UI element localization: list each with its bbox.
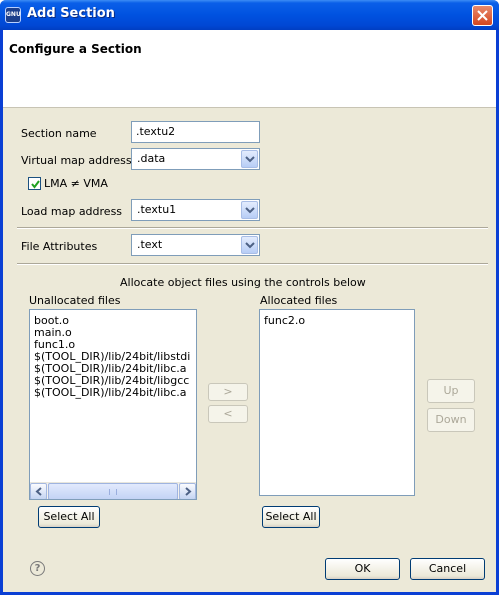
file-attributes-select[interactable]: .text xyxy=(131,234,260,256)
close-button[interactable] xyxy=(472,5,493,26)
move-right-button[interactable]: > xyxy=(208,383,248,401)
section-name-label: Section name xyxy=(21,127,97,140)
check-icon xyxy=(31,180,40,189)
scroll-right-button[interactable] xyxy=(179,483,196,499)
allocated-files-label: Allocated files xyxy=(260,294,338,307)
chevron-right-icon xyxy=(185,487,192,496)
file-attributes-dropdown-button[interactable] xyxy=(241,236,258,254)
add-section-dialog: GNU Add Section Configure a Section Sect… xyxy=(0,0,499,595)
virtual-map-dropdown-button[interactable] xyxy=(241,150,258,168)
lma-checkbox[interactable] xyxy=(28,177,41,190)
separator xyxy=(17,227,488,229)
up-button[interactable]: Up xyxy=(427,379,475,403)
horizontal-scrollbar[interactable] xyxy=(30,482,196,499)
list-item[interactable]: $(TOOL_DIR)/lib/24bit/libc.a xyxy=(34,387,187,399)
window-title: Add Section xyxy=(27,6,115,21)
virtual-map-select[interactable]: .data xyxy=(131,148,260,170)
load-map-value: .textu1 xyxy=(137,203,177,216)
scroll-left-button[interactable] xyxy=(30,483,47,499)
virtual-map-value: .data xyxy=(137,152,166,165)
chevron-down-icon xyxy=(245,156,255,163)
title-bar[interactable]: GNU Add Section xyxy=(0,0,499,30)
gnu-app-icon: GNU xyxy=(5,7,21,23)
page-title: Configure a Section xyxy=(9,42,142,56)
chevron-left-icon xyxy=(35,487,42,496)
separator xyxy=(17,263,488,265)
ok-button[interactable]: OK xyxy=(325,558,400,580)
chevron-down-icon xyxy=(245,207,255,214)
virtual-map-label: Virtual map address xyxy=(21,154,132,167)
close-icon xyxy=(477,10,488,21)
load-map-select[interactable]: .textu1 xyxy=(131,199,260,221)
chevron-down-icon xyxy=(245,242,255,249)
scroll-thumb[interactable] xyxy=(48,483,178,499)
section-name-input[interactable]: .textu2 xyxy=(131,121,260,143)
unallocated-files-list[interactable]: boot.o main.o func1.o $(TOOL_DIR)/lib/24… xyxy=(29,309,197,500)
lma-checkbox-label: LMA ≠ VMA xyxy=(44,177,108,190)
unallocated-files-label: Unallocated files xyxy=(29,294,121,307)
allocation-instructions: Allocate object files using the controls… xyxy=(120,276,366,289)
dialog-header: Configure a Section xyxy=(3,30,496,108)
allocated-files-list[interactable]: func2.o xyxy=(259,309,415,496)
select-all-unallocated-button[interactable]: Select All xyxy=(38,506,100,528)
list-item[interactable]: func2.o xyxy=(264,315,305,327)
file-attributes-value: .text xyxy=(137,238,163,251)
cancel-button[interactable]: Cancel xyxy=(410,558,485,580)
select-all-allocated-button[interactable]: Select All xyxy=(262,506,320,528)
scroll-grip xyxy=(109,489,117,495)
load-map-dropdown-button[interactable] xyxy=(241,201,258,219)
down-button[interactable]: Down xyxy=(427,408,475,432)
load-map-label: Load map address xyxy=(21,205,123,218)
help-icon[interactable]: ? xyxy=(30,561,45,576)
move-left-button[interactable]: < xyxy=(208,405,248,423)
file-attributes-label: File Attributes xyxy=(21,240,98,253)
